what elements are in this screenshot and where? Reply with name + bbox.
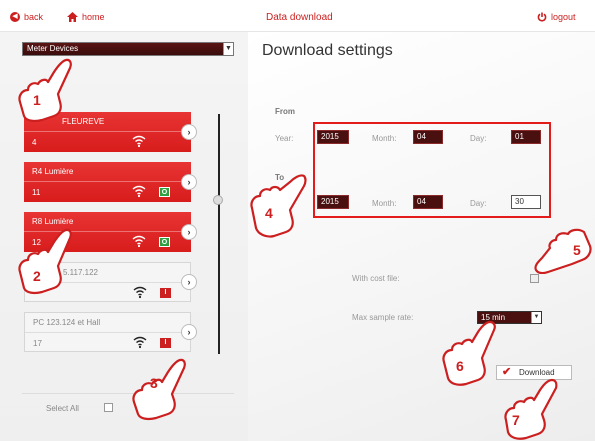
device-card[interactable]: R4 Lumière 11 O [24, 162, 191, 202]
card-divider [24, 181, 191, 182]
top-bar: ◀ back home Data download logout [0, 0, 595, 32]
pointer-hand-icon [250, 174, 307, 238]
device-expand-button[interactable]: › [181, 124, 197, 140]
page-header-title: Data download [266, 12, 333, 23]
sample-rate-label: Max sample rate: [352, 313, 414, 322]
status-badge: I [160, 338, 171, 348]
card-divider [25, 332, 190, 333]
wifi-icon [132, 135, 146, 148]
annotation-number: 5 [573, 242, 581, 258]
from-year-label: Year: [275, 134, 294, 143]
annotation-number: 4 [265, 205, 273, 221]
status-badge: I [160, 288, 171, 298]
pointer-hand-icon [534, 228, 592, 274]
device-name: PC 123.124 et Hall [33, 318, 101, 327]
cost-file-checkbox[interactable] [530, 274, 539, 283]
scrollbar-handle[interactable] [213, 195, 223, 205]
device-count: 11 [32, 188, 41, 197]
device-expand-button[interactable]: › [181, 274, 197, 290]
annotation-number: 2 [33, 268, 41, 284]
home-icon [67, 12, 78, 22]
download-label: Download [519, 368, 555, 377]
device-count: 17 [33, 339, 42, 348]
wifi-icon [133, 336, 147, 349]
home-label: home [82, 12, 105, 22]
device-type-select[interactable]: Meter Devices ▼ [22, 42, 234, 56]
dropdown-arrow-icon: ▼ [223, 43, 233, 55]
dropdown-arrow-icon: ▼ [531, 312, 541, 323]
from-label: From [275, 107, 295, 116]
page-title: Download settings [262, 42, 393, 59]
select-all-label: Select All [46, 404, 79, 413]
cost-file-label: With cost file: [352, 274, 400, 283]
back-label: back [24, 12, 44, 22]
pointer-hand-icon [18, 58, 72, 123]
logout-link[interactable]: logout [537, 12, 576, 22]
annotation-number: 3 [150, 375, 158, 391]
device-name: R8 Lumière [32, 217, 74, 226]
back-arrow-icon: ◀ [10, 12, 20, 22]
date-range-highlight [313, 122, 551, 218]
select-all-checkbox[interactable] [104, 403, 113, 412]
device-expand-button[interactable]: › [181, 174, 197, 190]
app-root: ◀ back home Data download logout Meter D… [0, 0, 595, 441]
back-link[interactable]: ◀ back [10, 12, 43, 22]
annotation-number: 6 [456, 358, 464, 374]
device-expand-button[interactable]: › [181, 324, 197, 340]
pointer-hand-icon [504, 378, 558, 440]
status-badge: O [159, 237, 170, 247]
device-name: R4 Lumière [32, 167, 74, 176]
pointer-hand-icon [18, 228, 72, 295]
power-icon [537, 12, 547, 22]
logout-label: logout [551, 12, 576, 22]
pointer-hand-icon [442, 320, 496, 386]
device-card[interactable]: PC 123.124 et Hall 17 I [24, 312, 191, 352]
status-badge: O [159, 187, 170, 197]
list-scrollbar[interactable] [218, 114, 220, 354]
device-count: 4 [32, 138, 37, 147]
home-link[interactable]: home [67, 12, 105, 22]
wifi-icon [132, 235, 146, 248]
wifi-icon [132, 185, 146, 198]
wifi-icon [133, 286, 147, 299]
device-expand-button[interactable]: › [181, 224, 197, 240]
device-type-value: Meter Devices [27, 44, 79, 53]
annotation-number: 1 [33, 92, 41, 108]
annotation-number: 7 [512, 412, 520, 428]
card-divider [24, 131, 191, 132]
